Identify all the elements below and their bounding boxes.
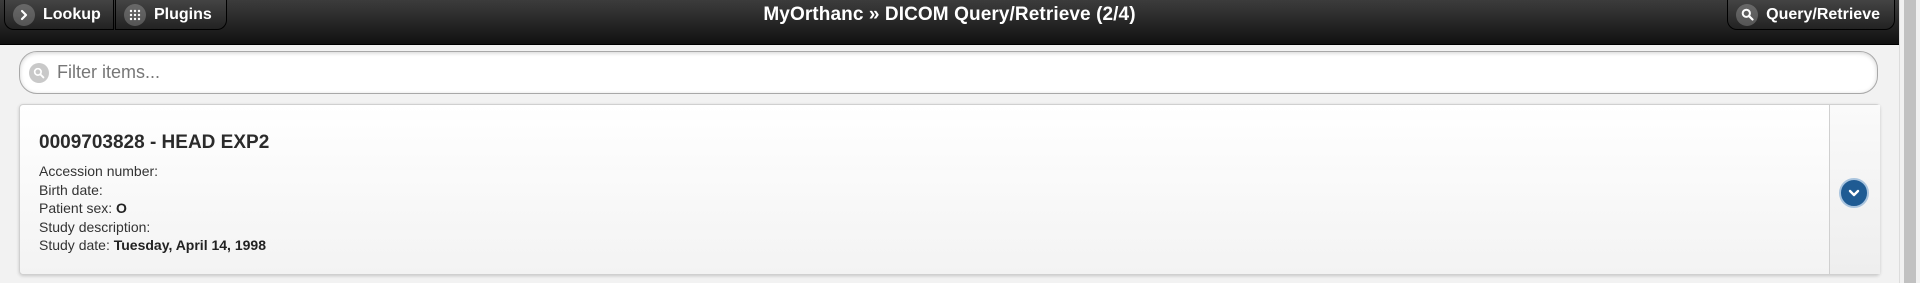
field-patient-sex: Patient sex: O	[39, 199, 266, 218]
field-value: O	[116, 200, 127, 216]
study-fields: Accession number: Birth date: Patient se…	[39, 162, 266, 255]
study-title: 0009703828 - HEAD EXP2	[39, 132, 270, 153]
query-retrieve-button[interactable]: Query/Retrieve	[1727, 0, 1895, 30]
study-item-link[interactable]: 0009703828 - HEAD EXP2 Accession number:…	[20, 105, 1829, 274]
field-label: Patient sex:	[39, 200, 113, 216]
field-study-date: Study date: Tuesday, April 14, 1998	[39, 236, 266, 255]
vertical-scrollbar[interactable]	[1899, 0, 1920, 283]
expand-split-button[interactable]	[1829, 105, 1880, 274]
field-study-description: Study description:	[39, 218, 266, 237]
scrollbar-thumb[interactable]	[1904, 0, 1916, 283]
field-birth-date: Birth date:	[39, 181, 266, 200]
app: Lookup Plugins MyOrthanc » DICOM Query/R…	[0, 0, 1920, 283]
field-label: Accession number:	[39, 163, 159, 179]
field-label: Study description:	[39, 218, 151, 235]
header-bar: Lookup Plugins MyOrthanc » DICOM Query/R…	[0, 0, 1899, 45]
query-retrieve-label: Query/Retrieve	[1766, 5, 1880, 23]
search-icon	[29, 63, 49, 83]
field-accession-number: Accession number:	[39, 162, 266, 181]
field-label: Birth date:	[39, 181, 103, 198]
field-value: Tuesday, April 14, 1998	[113, 237, 266, 253]
field-label: Study date:	[39, 237, 110, 253]
study-list-item: 0009703828 - HEAD EXP2 Accession number:…	[19, 104, 1880, 275]
filter-input[interactable]	[57, 52, 1857, 93]
page-title: MyOrthanc » DICOM Query/Retrieve (2/4)	[763, 4, 1136, 25]
filter-bar	[19, 51, 1878, 94]
chevron-down-icon[interactable]	[1839, 178, 1869, 208]
search-icon	[1736, 3, 1759, 26]
